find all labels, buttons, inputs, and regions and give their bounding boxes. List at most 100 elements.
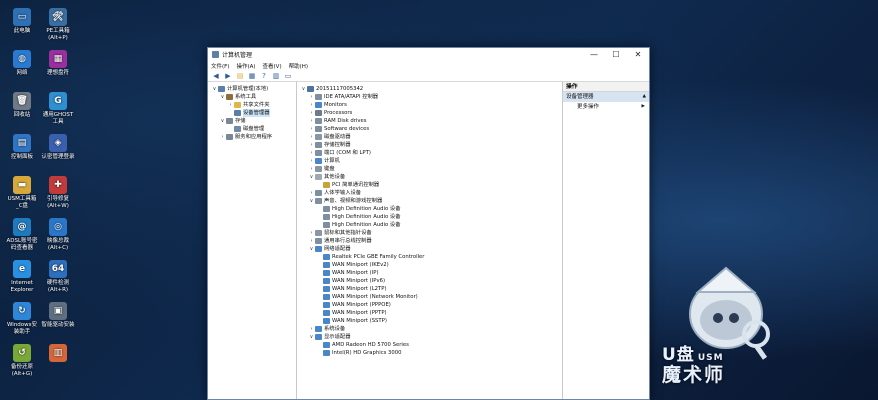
tree-item[interactable]: › RAM Disk drives (297, 117, 562, 125)
collapsed-chevron-icon[interactable]: › (308, 165, 315, 173)
tree-item[interactable]: WAN Miniport (SSTP) (297, 317, 562, 325)
desktop-icon[interactable]: e Internet Explorer (4, 260, 40, 294)
collapsed-chevron-icon[interactable]: › (308, 229, 315, 237)
tree-item[interactable]: › 鼠标和其他指针设备 (297, 229, 562, 237)
expanded-chevron-icon[interactable]: ∨ (308, 173, 315, 181)
more-actions-item[interactable]: 更多操作 ▶ (563, 102, 649, 112)
tree-item[interactable]: › 通用串行总线控制器 (297, 237, 562, 245)
tree-item[interactable]: 磁盘管理 (208, 125, 296, 133)
menu-help[interactable]: 帮助(H) (289, 62, 308, 70)
desktop-icon[interactable]: 🗑 回收站 (4, 92, 40, 119)
tree-item[interactable]: › 共享文件夹 (208, 101, 296, 109)
tree-item[interactable]: WAN Miniport (PPTP) (297, 309, 562, 317)
desktop-icon[interactable]: 64 硬件检测 (Alt+R) (40, 260, 76, 294)
tree-item[interactable]: › IDE ATA/ATAPI 控制器 (297, 93, 562, 101)
tree-item[interactable]: High Definition Audio 设备 (297, 205, 562, 213)
desktop-icon[interactable]: ◈ 认密管理登录 (40, 134, 76, 161)
tree-item[interactable]: ∨ 网络适配器 (297, 245, 562, 253)
desktop-icon[interactable]: ▥ (40, 344, 76, 364)
tree-item[interactable]: › Processors (297, 109, 562, 117)
collapsed-chevron-icon[interactable]: › (308, 189, 315, 197)
tree-item[interactable]: › Software devices (297, 125, 562, 133)
expanded-chevron-icon[interactable]: ∨ (308, 197, 315, 205)
tree-item[interactable]: › 磁盘驱动器 (297, 133, 562, 141)
maximize-button[interactable]: ☐ (605, 48, 627, 61)
desktop-icon[interactable]: ▭ 此电脑 (4, 8, 40, 35)
collapsed-chevron-icon[interactable]: › (308, 93, 315, 101)
back-arrow-icon[interactable]: ◀ (211, 71, 221, 80)
desktop-icon[interactable]: ▬ USM工具箱 _C盘 (4, 176, 40, 210)
expanded-chevron-icon[interactable]: ∨ (211, 85, 218, 93)
tree-item[interactable]: › 端口 (COM 和 LPT) (297, 149, 562, 157)
tree-item[interactable]: ∨ 其他设备 (297, 173, 562, 181)
actions-section-device-manager[interactable]: 设备管理器 ▲ (563, 92, 649, 102)
tree-item[interactable]: WAN Miniport (L2TP) (297, 285, 562, 293)
close-button[interactable]: ✕ (627, 48, 649, 61)
tree-item[interactable]: 设备管理器 (208, 109, 296, 117)
forward-arrow-icon[interactable]: ▶ (223, 71, 233, 80)
tree-item[interactable]: Intel(R) HD Graphics 3000 (297, 349, 562, 357)
properties-icon[interactable]: ▦ (247, 71, 257, 80)
tree-item[interactable]: ∨ 20151117005342 (297, 85, 562, 93)
tree-item[interactable]: ∨ 系统工具 (208, 93, 296, 101)
collapsed-chevron-icon[interactable]: › (308, 141, 315, 149)
tree-item[interactable]: High Definition Audio 设备 (297, 221, 562, 229)
desktop-icon[interactable]: ▦ 理想盘符 (40, 50, 76, 77)
monitor-icon[interactable]: ▭ (283, 71, 293, 80)
collapsed-chevron-icon[interactable]: › (308, 125, 315, 133)
collapsed-chevron-icon[interactable]: › (308, 133, 315, 141)
help-icon[interactable]: ? (259, 71, 269, 80)
tree-item[interactable]: › 计算机 (297, 157, 562, 165)
tree-item[interactable]: ∨ 存储 (208, 117, 296, 125)
collapsed-chevron-icon[interactable]: › (308, 157, 315, 165)
collapsed-chevron-icon[interactable]: › (227, 101, 234, 109)
tree-item[interactable]: › 键盘 (297, 165, 562, 173)
tree-item[interactable]: › 服务和应用程序 (208, 133, 296, 141)
menu-file[interactable]: 文件(F) (211, 62, 229, 70)
desktop-icon[interactable]: G 通用GHOST 工具 (40, 92, 76, 126)
tree-item[interactable]: AMD Radeon HD 5700 Series (297, 341, 562, 349)
collapsed-chevron-icon[interactable]: › (308, 325, 315, 333)
desktop-icon[interactable]: @ ADSL账号密 码查看器 (4, 218, 40, 252)
folder-up-icon[interactable]: ▤ (235, 71, 245, 80)
expanded-chevron-icon[interactable]: ∨ (308, 333, 315, 341)
desktop-icon[interactable]: ✚ 引导修复 (Alt+W) (40, 176, 76, 210)
desktop-icon[interactable]: ◎ 映像总裁 (Alt+C) (40, 218, 76, 252)
expanded-chevron-icon[interactable]: ∨ (219, 93, 226, 101)
tree-item[interactable]: ∨ 计算机管理(本地) (208, 85, 296, 93)
desktop-icon[interactable]: ▣ 智能驱动安装 (40, 302, 76, 329)
collapsed-chevron-icon[interactable]: › (219, 133, 226, 141)
tree-item[interactable]: WAN Miniport (IKEv2) (297, 261, 562, 269)
tree-item[interactable]: WAN Miniport (IP) (297, 269, 562, 277)
title-bar[interactable]: 计算机管理 — ☐ ✕ (208, 48, 649, 61)
collapsed-chevron-icon[interactable]: › (308, 149, 315, 157)
collapsed-chevron-icon[interactable]: › (308, 237, 315, 245)
expanded-chevron-icon[interactable]: ∨ (300, 85, 307, 93)
expanded-chevron-icon[interactable]: ∨ (219, 117, 226, 125)
desktop-icon[interactable]: ↻ Windows安 装助手 (4, 302, 40, 336)
tree-item[interactable]: › 存储控制器 (297, 141, 562, 149)
tree-item[interactable]: WAN Miniport (Network Monitor) (297, 293, 562, 301)
desktop-icon[interactable]: ▤ 控制面板 (4, 134, 40, 161)
tree-item[interactable]: PCI 简单通讯控制器 (297, 181, 562, 189)
collapsed-chevron-icon[interactable]: › (308, 101, 315, 109)
tree-item[interactable]: High Definition Audio 设备 (297, 213, 562, 221)
desktop-icon[interactable]: ◍ 网络 (4, 50, 40, 77)
tree-item[interactable]: › 系统设备 (297, 325, 562, 333)
desktop-icon[interactable]: 🛠 PE工具箱 (Alt+P) (40, 8, 76, 42)
tree-item[interactable]: Realtek PCIe GBE Family Controller (297, 253, 562, 261)
minimize-button[interactable]: — (583, 48, 605, 61)
collapsed-chevron-icon[interactable]: › (308, 109, 315, 117)
menu-view[interactable]: 查看(V) (263, 62, 282, 70)
tree-item[interactable]: › Monitors (297, 101, 562, 109)
tree-item[interactable]: ∨ 显示适配器 (297, 333, 562, 341)
tree-item[interactable]: WAN Miniport (PPPOE) (297, 301, 562, 309)
panel-icon[interactable]: ▥ (271, 71, 281, 80)
collapsed-chevron-icon[interactable]: › (308, 117, 315, 125)
tree-item[interactable]: WAN Miniport (IPv6) (297, 277, 562, 285)
menu-action[interactable]: 操作(A) (236, 62, 255, 70)
expanded-chevron-icon[interactable]: ∨ (308, 245, 315, 253)
tree-item[interactable]: ∨ 声音、视频和游戏控制器 (297, 197, 562, 205)
tree-item[interactable]: › 人体学输入设备 (297, 189, 562, 197)
desktop-icon[interactable]: ↺ 备份还原 (Alt+G) (4, 344, 40, 378)
